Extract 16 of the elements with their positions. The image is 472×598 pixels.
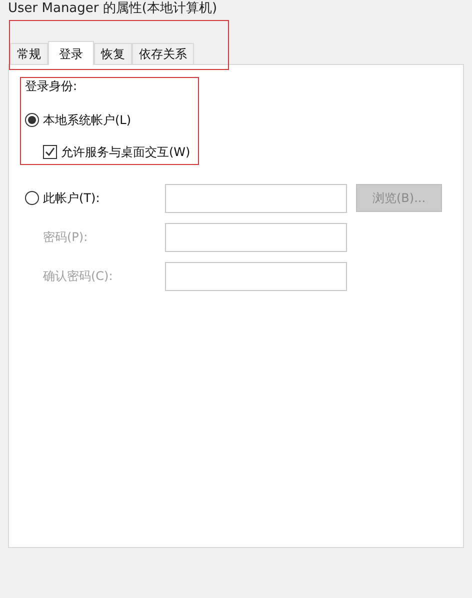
tab[interactable]: 依存关系: [132, 43, 194, 64]
radio-button[interactable]: [25, 191, 39, 205]
tab[interactable]: 恢复: [94, 43, 132, 64]
checkbox[interactable]: [43, 145, 57, 159]
group-heading: 登录身份:: [25, 78, 78, 95]
account-field[interactable]: [165, 184, 347, 212]
tab[interactable]: 常规: [10, 43, 48, 64]
field-label: 确认密码(C):: [42, 268, 114, 285]
checkbox-label: 允许服务与桌面交互(W): [61, 144, 190, 161]
checkmark-icon: [45, 147, 55, 157]
radio-button[interactable]: [25, 113, 39, 127]
field-label: 密码(P):: [42, 229, 89, 246]
radio-label: 本地系统帐户(L): [43, 112, 132, 129]
radio-label: 此帐户(T):: [43, 190, 100, 207]
window-title: User Manager 的属性(本地计算机): [8, 1, 218, 17]
tab[interactable]: 登录: [48, 41, 94, 65]
